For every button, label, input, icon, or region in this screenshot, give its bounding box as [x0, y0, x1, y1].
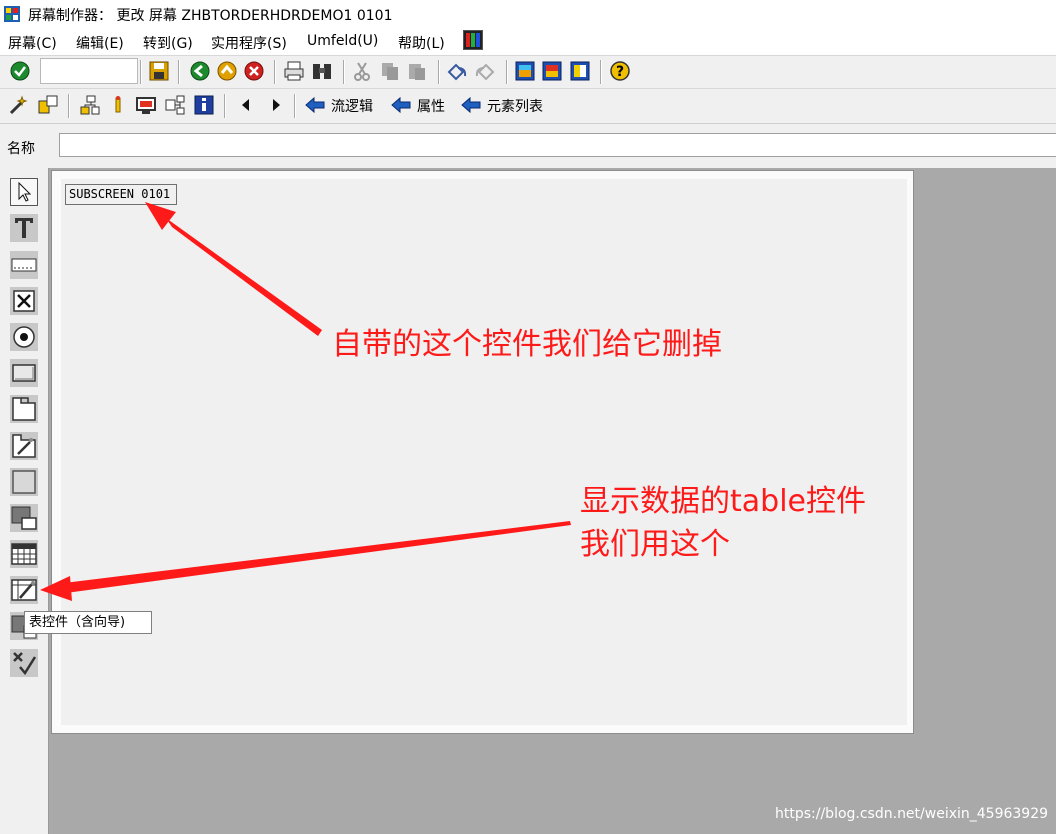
- radio-button-icon[interactable]: [10, 323, 38, 351]
- palette-tooltip: 表控件（含向导): [24, 611, 152, 634]
- flow-logic-arrow-icon: [305, 96, 325, 114]
- pointer-icon[interactable]: [10, 178, 38, 206]
- app-icon: [4, 6, 20, 22]
- pushbutton-icon[interactable]: [10, 359, 38, 387]
- bulb-icon[interactable]: [107, 94, 129, 116]
- color-settings-icon[interactable]: [463, 30, 483, 50]
- cancel-icon[interactable]: [243, 60, 265, 82]
- help-icon[interactable]: ?: [609, 60, 631, 82]
- table-control-wizard-icon[interactable]: [10, 576, 38, 604]
- menu-edit[interactable]: 编辑(E): [76, 33, 124, 53]
- check-icon[interactable]: [9, 60, 31, 82]
- paste-icon[interactable]: [406, 60, 428, 82]
- input-field-icon[interactable]: [10, 251, 38, 279]
- undo-icon[interactable]: [446, 60, 468, 82]
- toolbar-separator: [506, 60, 508, 84]
- wand-icon[interactable]: [8, 94, 30, 116]
- status-icon[interactable]: [10, 649, 38, 677]
- cut-icon[interactable]: [351, 60, 373, 82]
- layout-icon-1[interactable]: [514, 60, 536, 82]
- name-field[interactable]: [59, 133, 1056, 157]
- share-icon[interactable]: [164, 94, 186, 116]
- copy-icon[interactable]: [379, 60, 401, 82]
- save-icon[interactable]: [148, 60, 170, 82]
- command-field[interactable]: [40, 58, 138, 84]
- element-list-arrow-icon: [461, 96, 481, 114]
- layout-icon-2[interactable]: [541, 60, 563, 82]
- attributes-arrow-icon: [391, 96, 411, 114]
- arrow-left-icon[interactable]: [235, 94, 257, 116]
- menu-goto[interactable]: 转到(G): [143, 33, 193, 53]
- toolbar-separator: [178, 60, 180, 84]
- arrow-right-icon[interactable]: [265, 94, 287, 116]
- window-title: 屏幕制作器： 更改 屏幕 ZHBTORDERHDRDEMO1 0101: [28, 8, 393, 24]
- display-change-icon[interactable]: [37, 94, 59, 116]
- tabstrip-wizard-icon[interactable]: [10, 432, 38, 460]
- menu-environment[interactable]: Umfeld(U): [307, 33, 378, 49]
- print-icon[interactable]: [283, 60, 305, 82]
- subscreen-element[interactable]: SUBSCREEN 0101: [65, 184, 177, 205]
- menu-utilities[interactable]: 实用程序(S): [211, 33, 287, 53]
- toolbar-separator: [343, 60, 345, 84]
- text-field-icon[interactable]: [10, 214, 38, 242]
- checkbox-icon[interactable]: [10, 287, 38, 315]
- find-icon[interactable]: [311, 60, 333, 82]
- name-label: 名称: [7, 141, 35, 157]
- toolbar-separator: [600, 60, 602, 84]
- menu-help[interactable]: 帮助(L): [398, 33, 445, 53]
- toolbar-separator: [294, 94, 296, 118]
- toolbar-separator: [140, 60, 142, 84]
- hierarchy-icon[interactable]: [79, 94, 101, 116]
- redo-icon[interactable]: [474, 60, 496, 82]
- menu-screen[interactable]: 屏幕(C): [8, 33, 57, 53]
- svg-text:?: ?: [616, 64, 624, 80]
- screen-icon[interactable]: [135, 94, 157, 116]
- screen-canvas[interactable]: [61, 179, 907, 725]
- subscreen-icon[interactable]: [10, 504, 38, 532]
- attributes-button[interactable]: 属性: [417, 96, 445, 116]
- annotation-table-note-line1: 显示数据的table控件: [580, 484, 866, 519]
- back-icon[interactable]: [189, 60, 211, 82]
- annotation-delete-note: 自带的这个控件我们给它删掉: [332, 327, 722, 362]
- layout-icon-3[interactable]: [569, 60, 591, 82]
- table-control-icon[interactable]: [10, 540, 38, 568]
- watermark: https://blog.csdn.net/weixin_45963929: [775, 806, 1049, 822]
- toolbar-separator: [68, 94, 70, 118]
- annotation-table-note-line2: 我们用这个: [580, 527, 730, 562]
- exit-icon[interactable]: [216, 60, 238, 82]
- element-list-button[interactable]: 元素列表: [487, 96, 543, 116]
- box-icon[interactable]: [10, 468, 38, 496]
- toolbar-separator: [438, 60, 440, 84]
- tabstrip-icon[interactable]: [10, 395, 38, 423]
- toolbar-separator: [224, 94, 226, 118]
- toolbar-separator: [274, 60, 276, 84]
- flow-logic-button[interactable]: 流逻辑: [331, 96, 373, 116]
- info-icon[interactable]: [193, 94, 215, 116]
